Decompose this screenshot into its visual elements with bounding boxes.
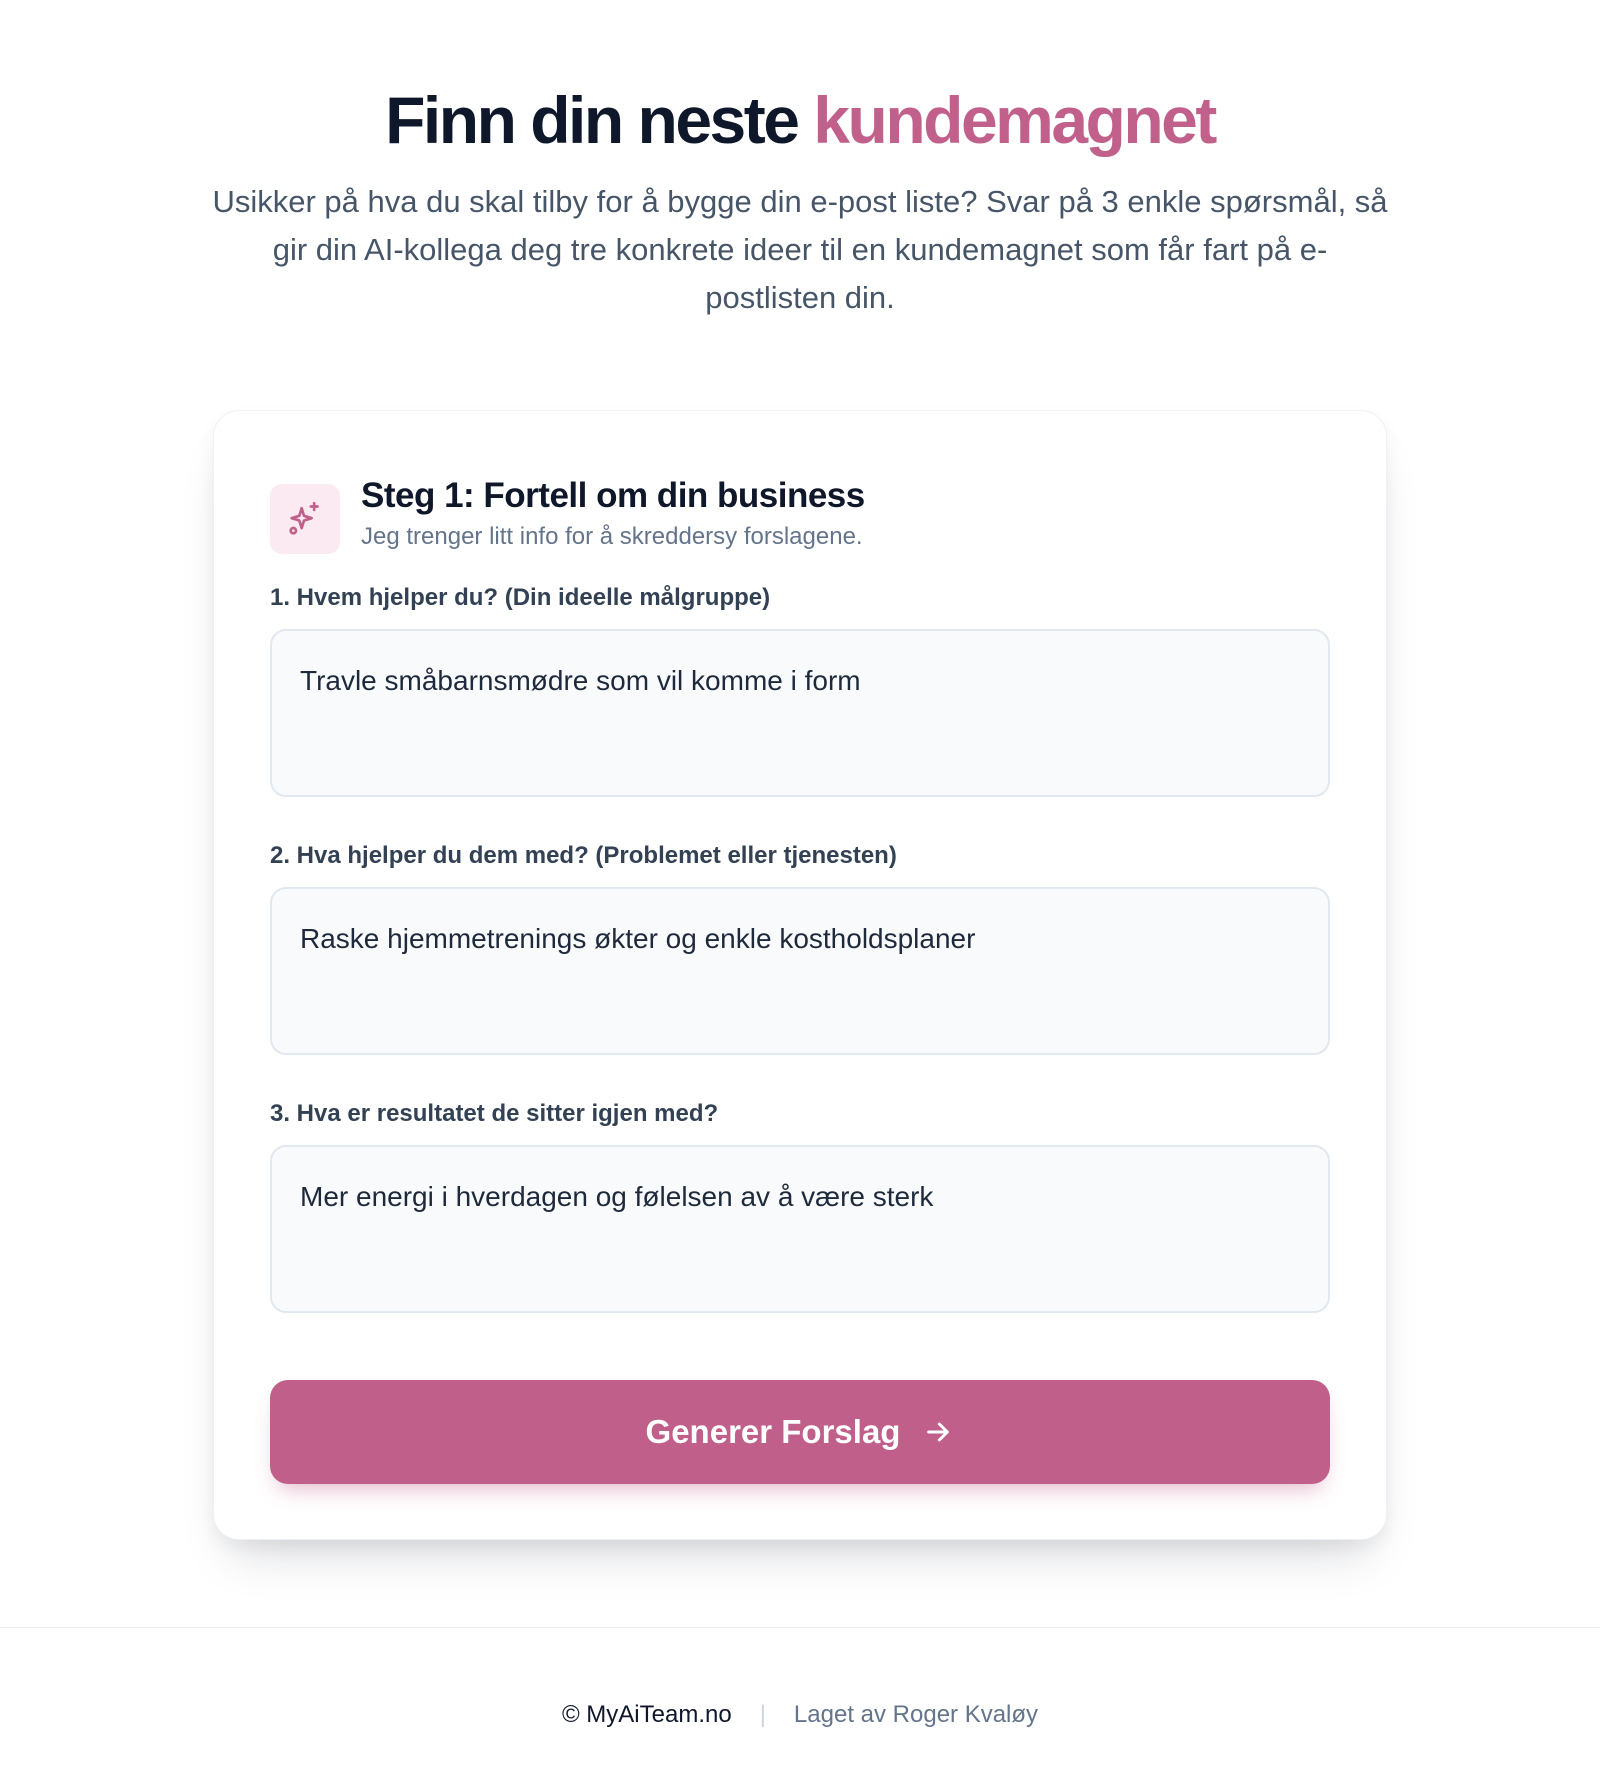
generate-button-label: Generer Forslag [645,1413,901,1450]
field-label: 2. Hva hjelper du dem med? (Problemet el… [270,842,897,869]
sparkles-icon [270,484,340,554]
page: Finn din neste kundemagnet Usikker på hv… [0,0,1600,1774]
step-heading: Steg 1: Fortell om din business Jeg tren… [361,474,865,554]
page-title: Finn din neste kundemagnet [0,78,1600,162]
author-credit: Laget av Roger Kvaløy [793,1701,1039,1728]
title-accent: kundemagnet [813,83,1217,157]
footer: © MyAiTeam.no | Laget av Roger Kvaløy [0,1627,1600,1730]
arrow-right-icon [927,1422,950,1442]
page-subtitle: Usikker på hva du skal tilby for å bygge… [212,184,1388,315]
field-service: 2. Hva hjelper du dem med? (Problemet el… [270,841,1330,1055]
generate-button[interactable]: Generer Forslag [270,1380,1330,1484]
copyright: © MyAiTeam.no [561,1701,732,1728]
result-input[interactable]: Mer energi i hverdagen og følelsen av å … [270,1145,1330,1313]
field-label: 1. Hvem hjelper du? (Din ideelle målgrup… [270,584,771,611]
target-audience-input[interactable]: Travle småbarnsmødre som vil komme i for… [270,629,1330,797]
footer-separator: | [759,1701,766,1728]
form-card: Steg 1: Fortell om din business Jeg tren… [213,410,1387,1540]
step-subtitle: Jeg trenger litt info for å skreddersy f… [361,523,863,550]
field-target-audience: 1. Hvem hjelper du? (Din ideelle målgrup… [270,583,1330,797]
step-header: Steg 1: Fortell om din business Jeg tren… [270,474,1330,554]
service-input[interactable]: Raske hjemmetrenings økter og enkle kost… [270,887,1330,1055]
step-title: Steg 1: Fortell om din business [361,476,865,515]
title-main: Finn din neste [385,83,800,157]
field-label: 3. Hva er resultatet de sitter igjen med… [270,1100,719,1127]
footer-content: © MyAiTeam.no | Laget av Roger Kvaløy [0,1700,1600,1730]
field-result: 3. Hva er resultatet de sitter igjen med… [270,1099,1330,1313]
hero: Finn din neste kundemagnet Usikker på hv… [0,78,1600,322]
